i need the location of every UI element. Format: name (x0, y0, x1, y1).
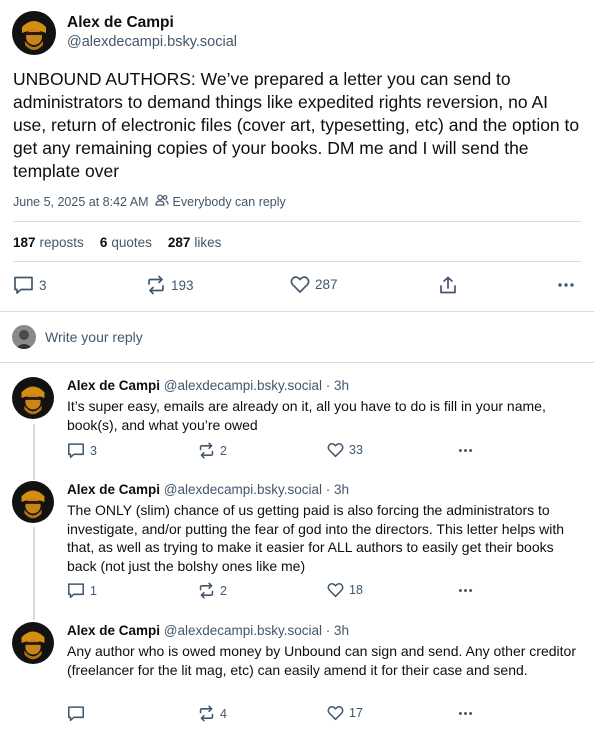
speech-bubble-icon (13, 275, 34, 295)
reply-text: It’s super easy, emails are already on i… (67, 398, 546, 433)
reply-composer[interactable]: Write your reply (12, 325, 143, 349)
reply-actions: 3 2 33 (0, 442, 594, 460)
reply-placeholder[interactable]: Write your reply (45, 329, 143, 345)
repost-count: 2 (220, 443, 227, 458)
current-user-avatar (12, 325, 36, 349)
reply-button[interactable]: 1 (67, 582, 97, 599)
repost-count: 2 (220, 583, 227, 598)
post-stats: 187 reposts 6 quotes 287 likes (13, 235, 221, 250)
likes-label: likes (194, 235, 222, 250)
like-count: 18 (349, 583, 363, 597)
reply-actions: 1 2 18 (0, 582, 594, 600)
reply-author-name[interactable]: Alex de Campi (67, 623, 160, 638)
reply-author-name[interactable]: Alex de Campi (67, 482, 160, 497)
likes-stat[interactable]: 287 likes (168, 235, 222, 250)
reposts-label: reposts (39, 235, 84, 250)
ellipsis-icon (457, 442, 474, 459)
quotes-count: 6 (99, 235, 108, 250)
reply-setting[interactable]: Everybody can reply (154, 194, 286, 209)
likes-count: 287 (167, 235, 191, 250)
people-icon (154, 194, 169, 209)
post-timestamp[interactable]: June 5, 2025 at 8:42 AM (13, 195, 149, 209)
reply-setting-label: Everybody can reply (172, 194, 286, 209)
author-handle[interactable]: @alexdecampi.bsky.social (67, 34, 237, 50)
reply-header: Alex de Campi @alexdecampi.bsky.social ·… (67, 378, 349, 393)
repost-button[interactable]: 2 (198, 582, 227, 599)
like-count: 33 (349, 443, 363, 457)
avatar-image (12, 11, 56, 55)
speech-bubble-icon (67, 582, 85, 599)
reply-button[interactable] (67, 705, 90, 722)
reply-button[interactable]: 3 (13, 275, 47, 295)
reply-meta: @alexdecampi.bsky.social · 3h (160, 482, 350, 497)
heart-icon (327, 442, 344, 458)
repost-button[interactable]: 193 (146, 275, 194, 295)
reply-header: Alex de Campi @alexdecampi.bsky.social ·… (67, 482, 349, 497)
author-name[interactable]: Alex de Campi (67, 14, 174, 32)
reposts-count: 187 (13, 235, 36, 250)
reposts-stat[interactable]: 187 reposts (13, 235, 84, 250)
reply-count: 1 (90, 583, 97, 598)
reply-header: Alex de Campi @alexdecampi.bsky.social ·… (67, 623, 349, 638)
post-meta: June 5, 2025 at 8:42 AM Everybody can re… (13, 194, 286, 209)
repost-arrows-icon (146, 275, 166, 295)
reply-count: 3 (90, 443, 97, 458)
repost-count: 4 (220, 706, 227, 721)
reply-count: 3 (39, 277, 47, 293)
repost-arrows-icon (198, 705, 215, 722)
more-options-button[interactable] (556, 275, 576, 295)
reply-text: The ONLY (slim) chance of us getting pai… (67, 502, 565, 574)
share-button[interactable] (438, 275, 458, 295)
divider (0, 362, 594, 363)
repost-button[interactable]: 2 (198, 442, 227, 459)
divider (0, 311, 594, 312)
author-avatar[interactable] (12, 11, 56, 55)
heart-icon (327, 582, 344, 598)
ellipsis-icon (457, 582, 474, 599)
heart-icon (327, 705, 344, 721)
like-count: 17 (349, 706, 363, 720)
reply-button[interactable]: 3 (67, 442, 97, 459)
author-avatar[interactable] (12, 481, 54, 523)
reply-text: Any author who is owed money by Unbound … (67, 643, 576, 678)
ellipsis-icon (556, 275, 576, 295)
quotes-label: quotes (111, 235, 152, 250)
like-button[interactable]: 18 (327, 582, 363, 598)
repost-arrows-icon (198, 442, 215, 459)
ellipsis-icon (457, 705, 474, 722)
thread-line (33, 527, 35, 620)
reply-meta: @alexdecampi.bsky.social · 3h (160, 378, 350, 393)
more-options-button[interactable] (457, 442, 474, 459)
more-options-button[interactable] (457, 705, 474, 722)
author-avatar[interactable] (12, 377, 54, 419)
speech-bubble-icon (67, 442, 85, 459)
repost-count: 193 (171, 277, 194, 293)
reply-meta: @alexdecampi.bsky.social · 3h (160, 623, 350, 638)
speech-bubble-icon (67, 705, 85, 722)
reply-author-name[interactable]: Alex de Campi (67, 378, 160, 393)
post-text: UNBOUND AUTHORS: We’ve prepared a letter… (13, 69, 580, 181)
like-button[interactable]: 287 (290, 275, 338, 294)
repost-button[interactable]: 4 (198, 705, 227, 722)
more-options-button[interactable] (457, 582, 474, 599)
quotes-stat[interactable]: 6 quotes (100, 235, 152, 250)
share-upload-icon (438, 275, 458, 295)
like-button[interactable]: 17 (327, 705, 363, 721)
repost-arrows-icon (198, 582, 215, 599)
reply-actions: 4 17 (0, 705, 594, 723)
post-actions: 3 193 287 (0, 273, 594, 299)
author-avatar[interactable] (12, 622, 54, 664)
divider (13, 221, 581, 222)
divider (13, 261, 581, 262)
like-count: 287 (315, 277, 338, 292)
like-button[interactable]: 33 (327, 442, 363, 458)
heart-icon (290, 275, 310, 294)
